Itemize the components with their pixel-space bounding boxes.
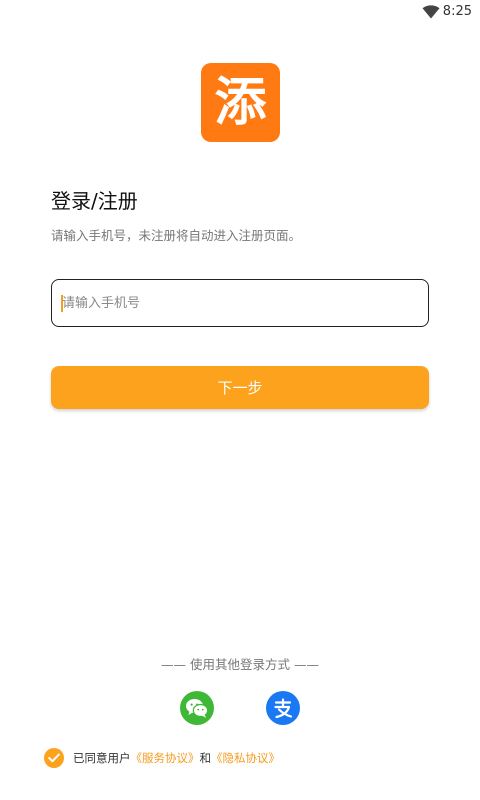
next-button[interactable]: 下一步 xyxy=(51,366,429,409)
agreement-prefix: 已同意用户 xyxy=(73,751,131,765)
phone-field[interactable] xyxy=(51,279,429,327)
service-agreement-link[interactable]: 《服务协议》 xyxy=(131,750,200,766)
check-icon xyxy=(48,753,60,763)
phone-input[interactable] xyxy=(52,280,428,326)
agree-checkbox[interactable] xyxy=(44,748,64,768)
app-logo: 添 xyxy=(201,63,280,142)
alipay-icon xyxy=(274,698,293,719)
privacy-agreement-link[interactable]: 《隐私协议》 xyxy=(211,750,280,766)
status-bar: 8:25 xyxy=(0,0,480,24)
wechat-login-button[interactable] xyxy=(180,691,214,725)
page-subtitle: 请输入手机号，未注册将自动进入注册页面。 xyxy=(51,228,302,243)
agreement-row: 已同意用户 《服务协议》 和 《隐私协议》 xyxy=(44,746,280,770)
logo-glyph: 添 xyxy=(214,72,267,133)
login-screen: 8:25 添 登录/注册 请输入手机号，未注册将自动进入注册页面。 下一步 ——… xyxy=(0,0,480,800)
agreement-conjunction: 和 xyxy=(199,751,212,765)
page-title: 登录/注册 xyxy=(51,189,138,213)
alipay-login-button[interactable] xyxy=(266,691,300,725)
text-cursor xyxy=(61,295,63,312)
other-login-label: —— 使用其他登录方式 —— xyxy=(161,657,319,672)
wechat-icon xyxy=(186,699,209,718)
wifi-icon xyxy=(422,5,440,19)
status-time: 8:25 xyxy=(442,4,472,19)
